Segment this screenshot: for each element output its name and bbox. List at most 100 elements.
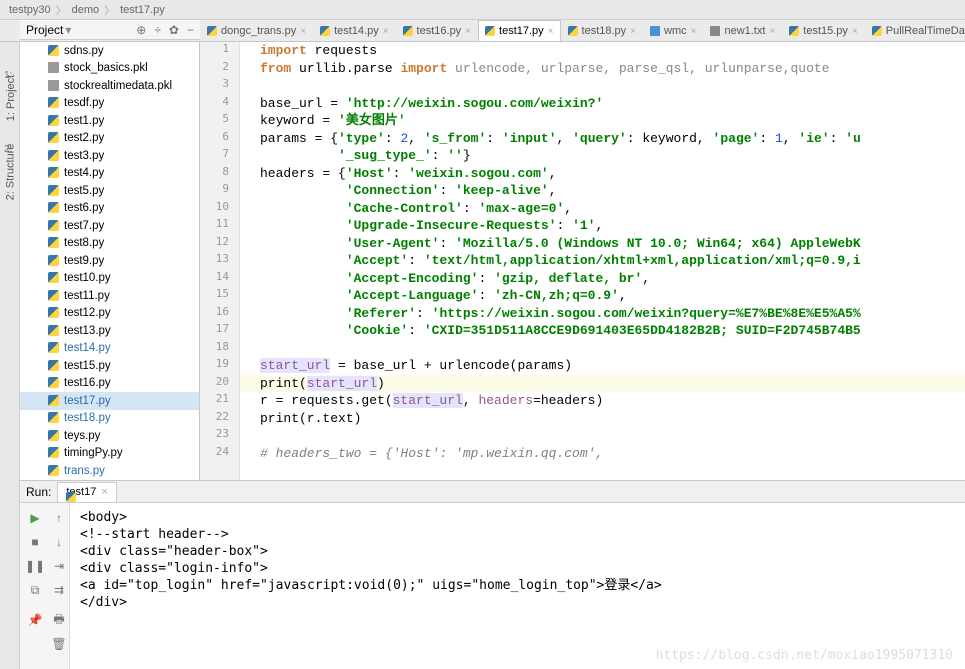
line-number: 6 <box>222 130 229 143</box>
hide-icon[interactable]: − <box>187 23 194 37</box>
txt-icon <box>710 26 720 36</box>
close-icon[interactable]: × <box>630 26 636 37</box>
close-icon[interactable]: × <box>101 486 107 498</box>
tree-item-test2-py[interactable]: test2.py <box>20 130 199 148</box>
tree-item-test15-py[interactable]: test15.py <box>20 357 199 375</box>
run-tab[interactable]: test17 × <box>57 482 116 502</box>
tree-item-test12-py[interactable]: test12.py <box>20 305 199 323</box>
py-icon <box>48 220 60 232</box>
tree-item-stockrealtimedata-pkl[interactable]: stockrealtimedata.pkl <box>20 77 199 95</box>
tree-item-test3-py[interactable]: test3.py <box>20 147 199 165</box>
project-toolbar: Project ▾ ⊕ ÷ ✿ − <box>20 20 200 40</box>
tab-PullRealTimeDa[interactable]: PullRealTimeDa× <box>865 20 965 41</box>
close-icon[interactable]: × <box>852 26 858 37</box>
tree-item-test5-py[interactable]: test5.py <box>20 182 199 200</box>
tree-item-test11-py[interactable]: test11.py <box>20 287 199 305</box>
tree-item-test16-py[interactable]: test16.py <box>20 375 199 393</box>
line-number: 13 <box>216 252 229 265</box>
py-icon <box>48 325 60 337</box>
py-icon <box>207 26 217 36</box>
sidebar-structure[interactable]: 2: Structure <box>4 144 16 201</box>
line-number: 14 <box>216 270 229 283</box>
crumb-root[interactable]: testpy30 <box>6 4 54 16</box>
tree-item-test14-py[interactable]: test14.py <box>20 340 199 358</box>
divide-icon[interactable]: ÷ <box>154 23 161 37</box>
tree-item-teys-py[interactable]: teys.py <box>20 427 199 445</box>
tree-item-test8-py[interactable]: test8.py <box>20 235 199 253</box>
tab-wmc[interactable]: wmc× <box>643 20 703 41</box>
gear-icon[interactable]: ✿ <box>169 23 179 37</box>
line-number: 3 <box>222 77 229 90</box>
chevron-down-icon[interactable]: ▾ <box>65 23 71 37</box>
tab-test18-py[interactable]: test18.py× <box>561 20 643 41</box>
py-icon <box>48 447 60 459</box>
tree-item-test1-py[interactable]: test1.py <box>20 112 199 130</box>
close-icon[interactable]: × <box>548 26 554 37</box>
tab-new1-txt[interactable]: new1.txt× <box>703 20 782 41</box>
tab-test14-py[interactable]: test14.py× <box>313 20 395 41</box>
tree-item-test6-py[interactable]: test6.py <box>20 200 199 218</box>
py-icon <box>48 395 60 407</box>
crumb-folder[interactable]: demo <box>69 4 103 16</box>
project-tree[interactable]: sdns.pystock_basics.pklstockrealtimedata… <box>20 42 200 480</box>
pkl-icon <box>48 62 60 74</box>
wrap-icon[interactable]: ⇥ <box>48 555 70 577</box>
tree-item-sdns-py[interactable]: sdns.py <box>20 42 199 60</box>
sidebar-project[interactable]: 1: Project <box>5 75 17 121</box>
down-icon[interactable]: ↓ <box>48 531 70 553</box>
rerun-icon[interactable]: ▶ <box>24 507 46 529</box>
pkl-icon <box>48 80 60 92</box>
pin-icon[interactable]: 📌 <box>24 609 46 631</box>
line-number: 12 <box>216 235 229 248</box>
crumb-file[interactable]: test17.py <box>117 4 168 16</box>
tree-item-stock_basics-pkl[interactable]: stock_basics.pkl <box>20 60 199 78</box>
chevron-icon: 〉 <box>102 2 117 18</box>
tree-item-timingPy-py[interactable]: timingPy.py <box>20 445 199 463</box>
line-number: 11 <box>216 217 229 230</box>
line-number: 23 <box>216 427 229 440</box>
close-icon[interactable]: × <box>691 26 697 37</box>
stop-icon[interactable]: ■ <box>24 531 46 553</box>
tree-item-test7-py[interactable]: test7.py <box>20 217 199 235</box>
py-icon <box>568 26 578 36</box>
up-icon[interactable]: ↑ <box>48 507 70 529</box>
collapse-icon[interactable]: ⊕ <box>136 23 146 37</box>
tree-item-test17-py[interactable]: test17.py <box>20 392 199 410</box>
line-number: 15 <box>216 287 229 300</box>
code-editor[interactable]: import requests from urllib.parse import… <box>240 42 965 480</box>
tree-item-test13-py[interactable]: test13.py <box>20 322 199 340</box>
close-icon[interactable]: × <box>383 26 389 37</box>
tree-item-tesdf-py[interactable]: tesdf.py <box>20 95 199 113</box>
tree-item-test10-py[interactable]: test10.py <box>20 270 199 288</box>
pause-icon[interactable]: ❚❚ <box>24 555 46 577</box>
close-icon[interactable]: × <box>769 26 775 37</box>
py-icon <box>48 255 60 267</box>
line-number: 17 <box>216 322 229 335</box>
py-icon <box>48 307 60 319</box>
project-label[interactable]: Project <box>26 23 63 37</box>
py-icon <box>48 412 60 424</box>
tree-item-trans-py[interactable]: trans.py <box>20 462 199 480</box>
line-number: 18 <box>216 340 229 353</box>
tree-item-test4-py[interactable]: test4.py <box>20 165 199 183</box>
tab-test15-py[interactable]: test15.py× <box>782 20 864 41</box>
trash-icon[interactable]: 🗑 <box>48 633 70 655</box>
exit-icon[interactable]: ⧉ <box>24 579 46 601</box>
scroll-icon[interactable]: ⇉ <box>48 579 70 601</box>
line-number: 24 <box>216 445 229 458</box>
close-icon[interactable]: × <box>300 26 306 37</box>
tree-item-test18-py[interactable]: test18.py <box>20 410 199 428</box>
tab-dongc_trans-py[interactable]: dongc_trans.py× <box>200 20 313 41</box>
py-icon <box>48 150 60 162</box>
py-icon <box>48 132 60 144</box>
tab-test16-py[interactable]: test16.py× <box>396 20 478 41</box>
line-number: 19 <box>216 357 229 370</box>
watermark: https://blog.csdn.net/moxiao1995071310 <box>656 648 953 663</box>
console-output[interactable]: <body> <!--start header--> <div class="h… <box>70 503 965 669</box>
tree-item-test9-py[interactable]: test9.py <box>20 252 199 270</box>
py-icon <box>48 185 60 197</box>
tab-test17-py[interactable]: test17.py× <box>478 20 560 41</box>
py-icon <box>48 342 60 354</box>
print-icon[interactable]: 🖶 <box>48 609 70 631</box>
close-icon[interactable]: × <box>465 26 471 37</box>
